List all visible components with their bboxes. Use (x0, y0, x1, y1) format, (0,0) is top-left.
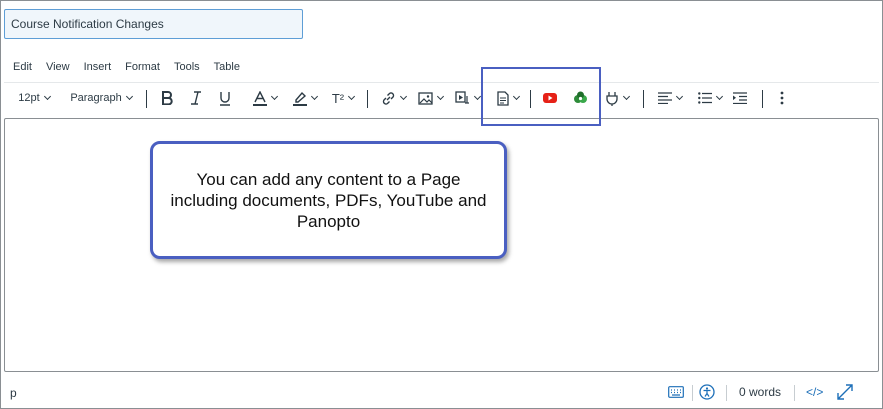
menu-format[interactable]: Format (118, 58, 167, 76)
chevron-down-icon (622, 92, 631, 101)
annotation-callout: You can add any content to a Page includ… (150, 141, 507, 259)
link-button[interactable] (376, 84, 410, 112)
list-button[interactable] (693, 84, 727, 112)
link-icon (381, 91, 396, 106)
menu-insert[interactable]: Insert (77, 58, 119, 76)
indent-icon (733, 92, 747, 104)
chevron-down-icon (436, 92, 444, 101)
media-icon (454, 91, 470, 105)
chevron-down-icon (348, 92, 356, 101)
plugin-icon (605, 91, 619, 106)
italic-button[interactable] (185, 84, 207, 112)
block-format-select[interactable]: Paragraph (64, 84, 138, 112)
media-button[interactable] (450, 84, 484, 112)
chevron-down-icon (675, 92, 684, 101)
chevron-down-icon (715, 92, 724, 101)
toolbar-divider (146, 90, 147, 108)
chevron-down-icon (399, 92, 407, 101)
menu-tools[interactable]: Tools (167, 58, 207, 76)
underline-icon (219, 91, 231, 106)
text-color-icon (253, 90, 267, 106)
list-icon (698, 92, 712, 104)
chevron-down-icon (270, 92, 279, 101)
html-editor-toggle[interactable]: </> (806, 382, 823, 402)
chevron-down-icon (310, 92, 319, 101)
italic-icon (190, 91, 202, 105)
fullscreen-button[interactable] (837, 382, 853, 402)
underline-button[interactable] (214, 84, 236, 112)
fullscreen-icon (837, 384, 853, 400)
bold-button[interactable] (156, 84, 178, 112)
accessibility-icon (699, 384, 715, 400)
bold-icon (161, 91, 173, 105)
menu-table[interactable]: Table (207, 58, 247, 76)
toolbar-divider (762, 90, 763, 108)
menu-view[interactable]: View (39, 58, 77, 76)
status-divider (726, 385, 727, 401)
align-button[interactable] (653, 84, 687, 112)
font-size-value: 12pt (18, 92, 40, 104)
block-format-value: Paragraph (70, 92, 122, 104)
font-size-select[interactable]: 12pt (12, 84, 56, 112)
menubar: Edit View Insert Format Tools Table (6, 58, 247, 76)
superscript-icon: T² (331, 90, 345, 106)
keyboard-icon (668, 386, 684, 398)
superscript-button[interactable]: T² (326, 84, 360, 112)
indent-button[interactable] (730, 84, 750, 112)
word-count[interactable]: 0 words (739, 382, 781, 402)
element-path[interactable]: p (10, 386, 17, 400)
status-divider (794, 385, 795, 401)
accessibility-checker-button[interactable] (699, 382, 715, 402)
more-button[interactable] (772, 84, 792, 112)
plugin-button[interactable] (600, 84, 634, 112)
chevron-down-icon (125, 92, 133, 101)
highlight-color-button[interactable] (287, 84, 323, 112)
image-icon (417, 91, 433, 105)
toolbar-divider (367, 90, 368, 108)
keyboard-shortcuts-button[interactable] (668, 382, 684, 402)
menubar-divider (4, 82, 879, 83)
page-title-input[interactable] (4, 9, 303, 39)
status-divider (692, 385, 693, 401)
align-icon (658, 92, 672, 104)
formatting-toolbar: 12pt Paragraph T² (4, 84, 879, 114)
chevron-down-icon (473, 92, 481, 101)
text-color-button[interactable] (247, 84, 283, 112)
chevron-down-icon (43, 92, 51, 101)
image-button[interactable] (413, 84, 447, 112)
more-icon (780, 91, 784, 105)
highlight-icon (293, 91, 307, 106)
status-bar: p 0 words </> (4, 378, 879, 406)
toolbar-divider (643, 90, 644, 108)
menu-edit[interactable]: Edit (6, 58, 39, 76)
callout-text: You can add any content to a Page includ… (170, 169, 487, 231)
annotation-highlight-box (481, 67, 601, 126)
